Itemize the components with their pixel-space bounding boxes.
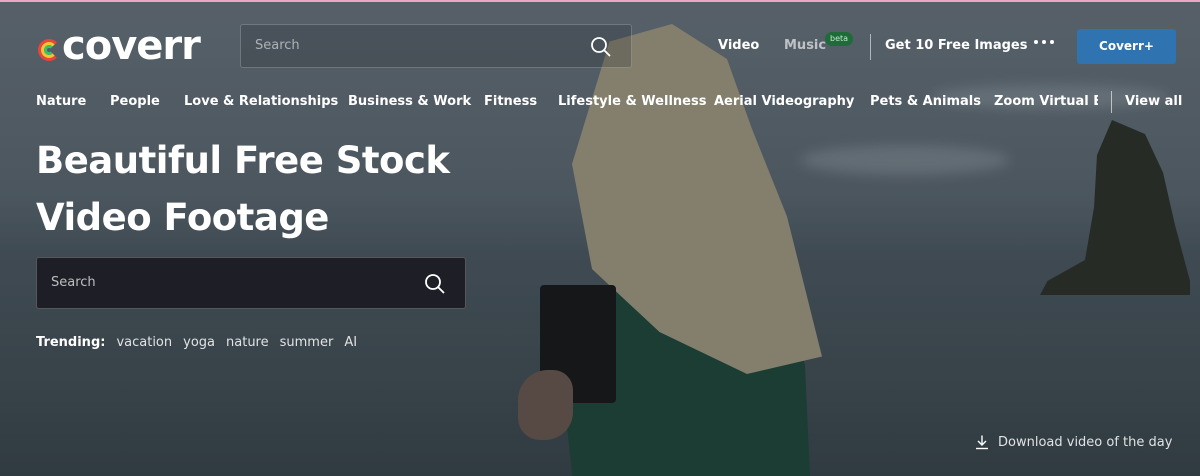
category-pets-animals[interactable]: Pets & Animals — [870, 94, 981, 109]
download-video-of-day-link[interactable]: Download video of the day — [974, 434, 1172, 450]
download-label: Download video of the day — [998, 434, 1173, 450]
category-business-work[interactable]: Business & Work — [348, 94, 471, 109]
nav-free-images[interactable]: Get 10 Free Images — [885, 38, 1027, 53]
header-search-placeholder: Search — [255, 38, 300, 53]
hero-search-input[interactable]: Search — [36, 257, 466, 309]
logo-text: coverr — [62, 23, 201, 69]
logo-mark-icon — [38, 35, 60, 61]
more-dots-icon[interactable] — [1034, 38, 1056, 48]
header-search-input[interactable]: Search — [240, 24, 632, 68]
search-icon[interactable] — [423, 272, 447, 296]
trending-tag-ai[interactable]: AI — [344, 335, 357, 350]
category-nature[interactable]: Nature — [36, 94, 86, 109]
nav-music[interactable]: Music — [784, 38, 826, 53]
trending-tag-vacation[interactable]: vacation — [116, 335, 172, 350]
category-divider — [1111, 91, 1112, 113]
logo[interactable]: coverr — [38, 23, 201, 69]
trending-tag-yoga[interactable]: yoga — [183, 335, 215, 350]
hero-search-placeholder: Search — [51, 275, 96, 290]
trending-tag-summer[interactable]: summer — [280, 335, 334, 350]
category-fitness[interactable]: Fitness — [484, 94, 537, 109]
beta-badge: beta — [825, 32, 854, 46]
hero-title-line-1: Beautiful Free Stock — [36, 139, 450, 182]
trending-row: Trending: vacation yoga nature summer AI — [36, 335, 357, 350]
category-zoom-virtual[interactable]: Zoom Virtual Bc — [994, 94, 1098, 109]
trending-tag-nature[interactable]: nature — [226, 335, 269, 350]
trending-label: Trending: — [36, 335, 106, 350]
category-people[interactable]: People — [110, 94, 160, 109]
category-aerial-videography[interactable]: Aerial Videography — [714, 94, 854, 109]
hero-title: Beautiful Free Stock Video Footage — [36, 132, 496, 246]
nav-divider — [870, 34, 871, 60]
coverr-plus-button[interactable]: Coverr+ — [1077, 29, 1176, 64]
hero-title-line-2: Video Footage — [36, 196, 329, 239]
download-icon — [976, 435, 988, 450]
top-accent-line — [0, 0, 1200, 2]
category-love-relationships[interactable]: Love & Relationships — [184, 94, 338, 109]
category-bar: Nature People Love & Relationships Busin… — [0, 94, 1200, 112]
category-lifestyle-wellness[interactable]: Lifestyle & Wellness — [558, 94, 706, 109]
view-all-link[interactable]: View all — [1125, 94, 1182, 109]
nav-video[interactable]: Video — [718, 38, 759, 53]
search-icon[interactable] — [589, 35, 613, 59]
